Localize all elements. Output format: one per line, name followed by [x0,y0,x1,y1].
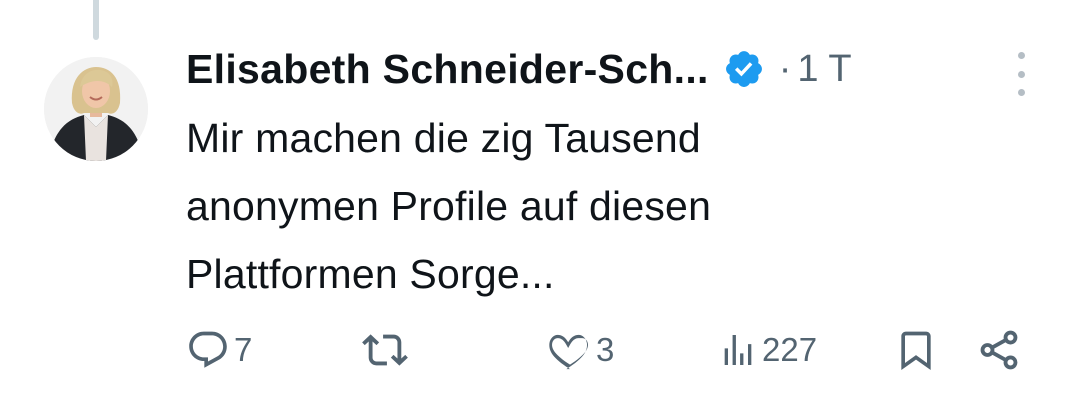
tweet-text: Mir machen die zig Tausend anonymen Prof… [186,115,712,297]
tweet-meta: · 1 T [779,48,852,91]
heart-icon [549,334,588,370]
tweet-timestamp[interactable]: 1 T [797,48,851,91]
tweet[interactable]: Elisabeth Schneider-Sch... · 1 T Mir mac… [0,0,1080,404]
share-button[interactable] [976,322,1022,378]
tweet-header: Elisabeth Schneider-Sch... · 1 T [186,44,852,94]
action-bar: 7 3 227 [186,322,1046,378]
views-button[interactable]: 227 [718,322,817,378]
share-icon [980,330,1018,370]
thread-connector-line [93,0,99,40]
reply-button[interactable]: 7 [186,322,252,378]
more-options-icon[interactable] [1006,52,1036,96]
retweet-icon [362,334,408,366]
retweet-button[interactable] [362,322,412,378]
views-count: 227 [762,331,818,368]
like-button[interactable]: 3 [548,322,614,378]
avatar-photo-icon [44,57,148,161]
reply-count: 7 [234,331,253,368]
views-icon [724,335,752,365]
verified-badge-icon[interactable] [723,48,765,90]
like-count: 3 [596,331,615,368]
author-name[interactable]: Elisabeth Schneider-Sch... [186,46,709,93]
meta-separator: · [778,47,792,90]
reply-icon [189,331,227,368]
avatar[interactable] [44,57,148,161]
bookmark-icon [901,331,931,371]
bookmark-button[interactable] [894,322,938,378]
